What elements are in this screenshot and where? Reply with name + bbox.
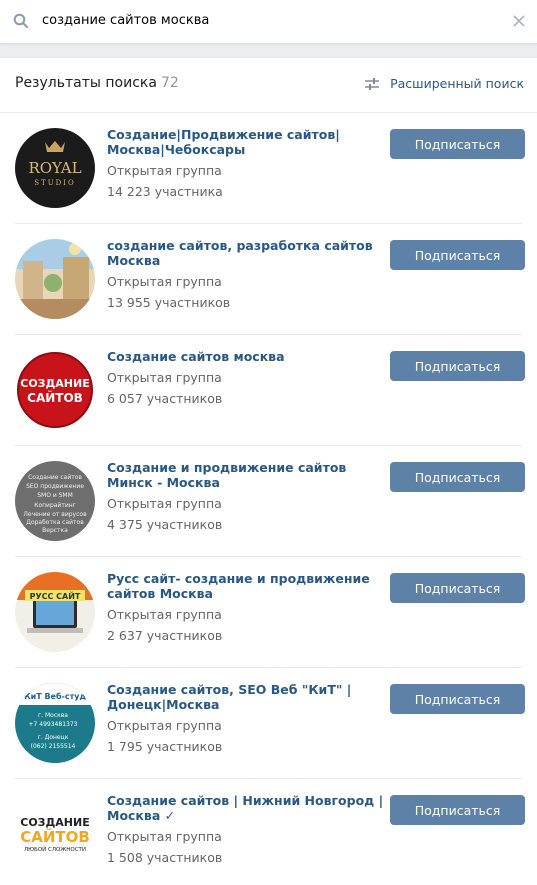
group-type: Открытая группа: [107, 274, 222, 289]
avatar-text-line5: (062) 2155514: [31, 743, 76, 750]
group-members: 2 637 участников: [107, 628, 223, 643]
group-name[interactable]: Создание сайтов, SEO Веб "КиТ" |Донецк|М…: [107, 682, 385, 712]
avatar-text-line1: КиТ Веб-студ: [24, 691, 86, 701]
list-item[interactable]: ROYAL STUDIO Создание|Продвижение сайтов…: [0, 113, 537, 224]
subscribe-button[interactable]: Подписаться: [390, 573, 525, 603]
close-icon[interactable]: [513, 15, 525, 27]
avatar-text-line3: ЛЮБОЙ СЛОЖНОСТИ: [24, 846, 86, 853]
results-count: 72: [160, 75, 179, 91]
subscribe-button[interactable]: Подписаться: [390, 351, 525, 381]
avatar-text-line1: СОЗДАНИЕ: [20, 377, 89, 390]
avatar[interactable]: РУСС САЙТ: [15, 572, 95, 652]
list-item[interactable]: РУСС САЙТ Русс сайт- создание и продвиже…: [0, 557, 537, 668]
avatar[interactable]: Создание сайтов SEO продвижение SMO и SM…: [15, 461, 95, 541]
subscribe-button[interactable]: Подписаться: [390, 684, 525, 714]
subscribe-button[interactable]: Подписаться: [390, 795, 525, 825]
group-members: 14 223 участника: [107, 184, 223, 199]
group-type: Открытая группа: [107, 718, 222, 733]
avatar-text-line2: SEO продвижение: [26, 483, 84, 490]
avatar-text-line5: Лечение от вирусов: [23, 511, 87, 518]
subscribe-button[interactable]: Подписаться: [390, 129, 525, 159]
subscribe-button[interactable]: Подписаться: [390, 462, 525, 492]
group-name[interactable]: Создание и продвижение сайтов Минск - Мо…: [107, 460, 385, 490]
group-name[interactable]: Русс сайт- создание и продвижение сайтов…: [107, 571, 385, 601]
avatar-text-line7: Верстка: [42, 527, 68, 534]
avatar-text-line1: Создание сайтов: [28, 474, 82, 481]
avatar-text-line2: САЙТОВ: [20, 827, 90, 846]
results-header: Результаты поиска 72 Расширенный поиск: [0, 58, 537, 113]
group-type: Открытая группа: [107, 607, 222, 622]
list-item[interactable]: создание сайтов, разработка сайтов Москв…: [0, 224, 537, 335]
avatar[interactable]: СОЗДАНИЕ САЙТОВ: [15, 350, 95, 430]
avatar[interactable]: КиТ Веб-студ г. Москва +7 4993481373 г. …: [15, 683, 95, 763]
group-members: 6 057 участников: [107, 391, 223, 406]
group-members: 4 375 участников: [107, 517, 223, 532]
avatar-text-line6: Доработка сайтов: [26, 519, 84, 526]
avatar-text-studio: STUDIO: [34, 179, 75, 187]
search-bar: создание сайтов москва: [0, 0, 537, 44]
avatar-text-line4: Копирайтинг: [34, 502, 76, 509]
filter-sliders-icon: [365, 77, 380, 90]
group-members: 13 955 участников: [107, 295, 231, 310]
avatar-text-royal: ROYAL: [28, 159, 81, 177]
avatar[interactable]: СОЗДАНИЕ САЙТОВ ЛЮБОЙ СЛОЖНОСТИ: [15, 794, 95, 874]
group-name[interactable]: Создание сайтов москва: [107, 349, 385, 364]
group-members: 1 508 участников: [107, 850, 223, 865]
avatar-text-line3: +7 4993481373: [29, 721, 78, 728]
group-type: Открытая группа: [107, 370, 222, 385]
group-name[interactable]: Создание сайтов | Нижний Новгород | Моск…: [107, 793, 385, 823]
results-title-text: Результаты поиска: [15, 75, 157, 91]
subscribe-button[interactable]: Подписаться: [390, 240, 525, 270]
avatar-text-line2: САЙТОВ: [27, 390, 83, 405]
avatar-text-line3: SMO и SMM: [37, 492, 73, 499]
search-icon: [13, 13, 28, 28]
advanced-search-label: Расширенный поиск: [390, 76, 524, 91]
list-item[interactable]: СОЗДАНИЕ САЙТОВ Создание сайтов москва О…: [0, 335, 537, 446]
group-members: 1 795 участников: [107, 739, 223, 754]
list-item[interactable]: СОЗДАНИЕ САЙТОВ ЛЮБОЙ СЛОЖНОСТИ Создание…: [0, 779, 537, 885]
group-name[interactable]: создание сайтов, разработка сайтов Москв…: [107, 238, 385, 268]
advanced-search-link[interactable]: Расширенный поиск: [364, 76, 524, 91]
search-input[interactable]: создание сайтов москва: [42, 0, 209, 42]
results-title: Результаты поиска 72: [15, 75, 179, 91]
group-name[interactable]: Создание|Продвижение сайтов|Москва|Чебок…: [107, 127, 385, 157]
avatar[interactable]: [15, 239, 95, 319]
avatar-text-line1: РУСС САЙТ: [30, 590, 81, 601]
list-item[interactable]: КиТ Веб-студ г. Москва +7 4993481373 г. …: [0, 668, 537, 779]
avatar[interactable]: ROYAL STUDIO: [15, 128, 95, 208]
avatar-text-line2: г. Москва: [38, 712, 68, 719]
group-type: Открытая группа: [107, 496, 222, 511]
search-results-panel: Результаты поиска 72 Расширенный поиск RO…: [0, 57, 537, 885]
avatar-text-line4: г. Донецк: [38, 734, 69, 741]
list-item[interactable]: Создание сайтов SEO продвижение SMO и SM…: [0, 446, 537, 557]
group-type: Открытая группа: [107, 163, 222, 178]
group-type: Открытая группа: [107, 829, 222, 844]
